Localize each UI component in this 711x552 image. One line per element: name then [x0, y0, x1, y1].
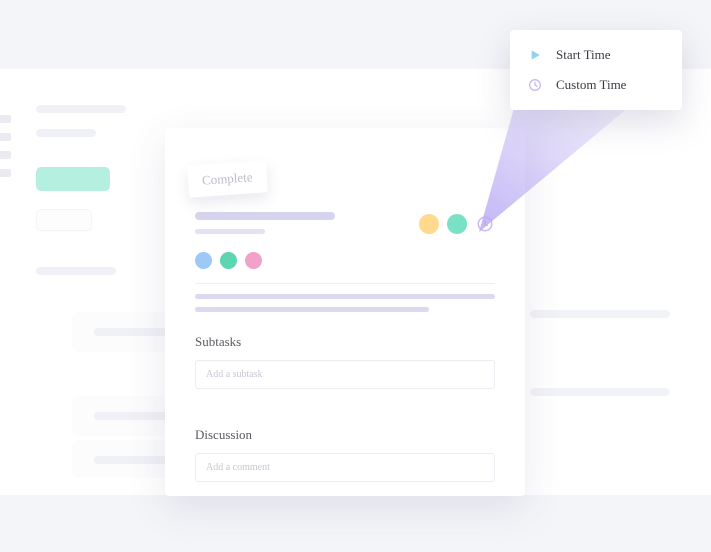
avatar[interactable]: [419, 214, 439, 234]
clock-icon: [476, 215, 494, 233]
add-comment-input[interactable]: [195, 453, 495, 482]
description-skeleton: [195, 294, 495, 299]
task-meta-row: [419, 214, 495, 234]
sidebar-skeleton: [0, 133, 11, 141]
right-column-skeleton: [530, 310, 670, 466]
task-subtitle-skeleton: [195, 229, 265, 234]
complete-button[interactable]: Complete: [187, 160, 268, 197]
list-skeleton: [36, 129, 96, 137]
sidebar-skeleton: [0, 115, 11, 123]
label-dot[interactable]: [245, 252, 262, 269]
sidebar-skeleton: [0, 151, 11, 159]
active-project-pill: [36, 167, 110, 191]
time-tracking-button[interactable]: [475, 214, 495, 234]
task-title-skeleton: [195, 212, 335, 220]
start-time-label: Start Time: [556, 47, 611, 63]
description-skeleton: [195, 307, 429, 312]
list-skeleton: [36, 105, 126, 113]
custom-time-label: Custom Time: [556, 77, 626, 93]
project-pill: [36, 209, 92, 231]
list-skeleton: [36, 267, 116, 275]
discussion-heading: Discussion: [195, 427, 495, 443]
label-dots: [195, 252, 495, 269]
label-dot[interactable]: [220, 252, 237, 269]
mini-sidebar: [0, 115, 11, 177]
custom-time-option[interactable]: Custom Time: [520, 72, 672, 98]
play-icon: [526, 46, 544, 64]
sidebar-skeleton: [0, 169, 11, 177]
label-dot[interactable]: [195, 252, 212, 269]
start-time-option[interactable]: Start Time: [520, 42, 672, 68]
divider: [195, 283, 495, 284]
subtasks-heading: Subtasks: [195, 334, 495, 350]
time-popup: Start Time Custom Time: [510, 30, 682, 110]
add-subtask-input[interactable]: [195, 360, 495, 389]
avatar[interactable]: [447, 214, 467, 234]
left-list: [36, 105, 156, 291]
clock-icon: [526, 76, 544, 94]
